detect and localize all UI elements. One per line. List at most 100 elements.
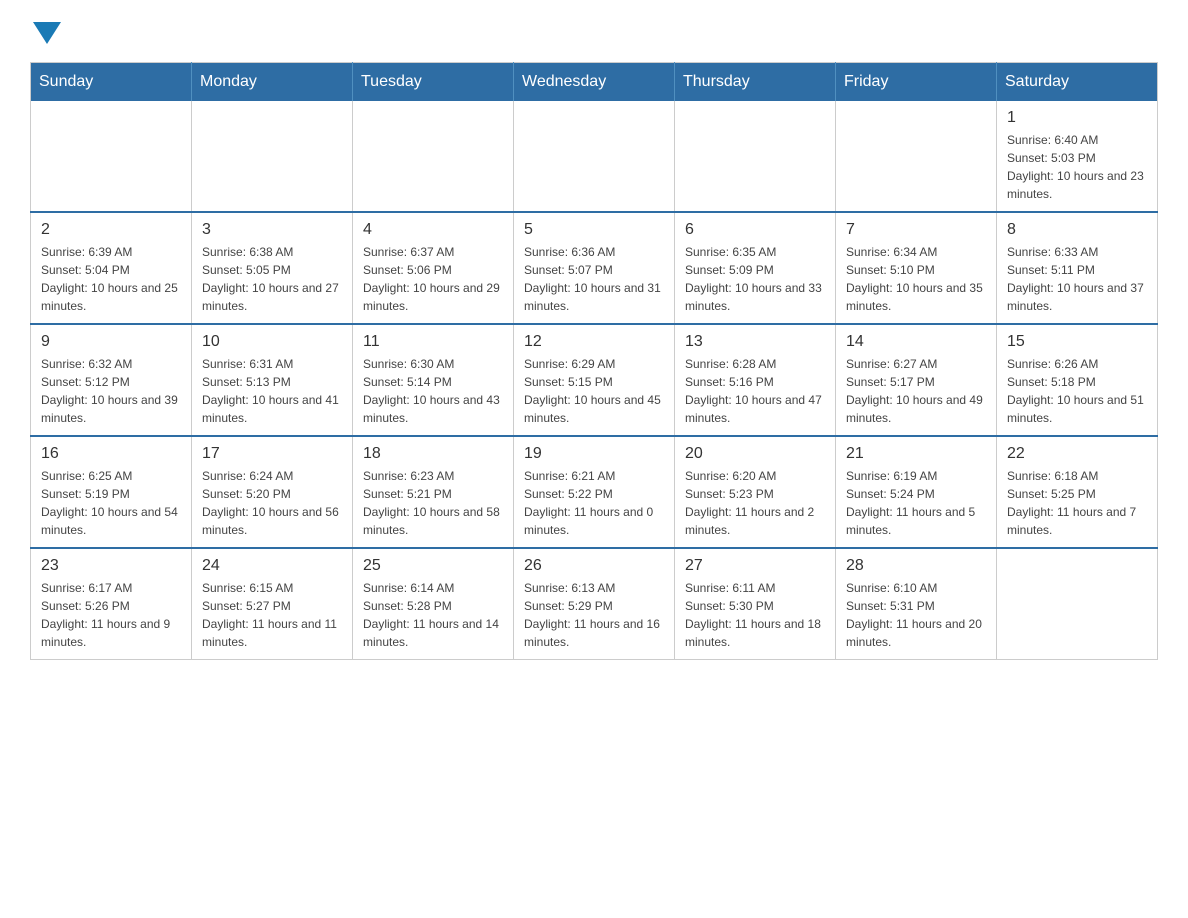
calendar-day-cell — [997, 548, 1158, 660]
calendar-day-cell: 12 Sunrise: 6:29 AMSunset: 5:15 PMDayligh… — [514, 324, 675, 436]
calendar-week-row: 1 Sunrise: 6:40 AMSunset: 5:03 PMDaylight… — [31, 101, 1158, 212]
day-info: Sunrise: 6:11 AMSunset: 5:30 PMDaylight:… — [685, 579, 825, 651]
day-number: 26 — [524, 557, 664, 575]
day-number: 28 — [846, 557, 986, 575]
day-info: Sunrise: 6:17 AMSunset: 5:26 PMDaylight:… — [41, 579, 181, 651]
day-number: 22 — [1007, 445, 1147, 463]
day-number: 8 — [1007, 221, 1147, 239]
calendar-day-cell: 19Sunrise: 6:21 AMSunset: 5:22 PMDayligh… — [514, 436, 675, 548]
day-info: Sunrise: 6:18 AMSunset: 5:25 PMDaylight:… — [1007, 467, 1147, 539]
day-number: 17 — [202, 445, 342, 463]
calendar-day-cell: 16Sunrise: 6:25 AMSunset: 5:19 PMDayligh… — [31, 436, 192, 548]
day-info: Sunrise: 6:14 AMSunset: 5:28 PMDaylight:… — [363, 579, 503, 651]
day-number: 9 — [41, 333, 181, 351]
weekday-header-friday: Friday — [836, 63, 997, 102]
calendar-day-cell — [353, 101, 514, 212]
day-info: Sunrise: 6:15 AMSunset: 5:27 PMDaylight:… — [202, 579, 342, 651]
calendar-day-cell — [31, 101, 192, 212]
weekday-header-saturday: Saturday — [997, 63, 1158, 102]
calendar-day-cell: 13 Sunrise: 6:28 AMSunset: 5:16 PMDayligh… — [675, 324, 836, 436]
calendar-day-cell: 4 Sunrise: 6:37 AMSunset: 5:06 PMDaylight… — [353, 212, 514, 324]
day-info: Sunrise: 6:19 AMSunset: 5:24 PMDaylight:… — [846, 467, 986, 539]
day-number: 7 — [846, 221, 986, 239]
page-header — [30, 20, 1158, 42]
day-number: 3 — [202, 221, 342, 239]
calendar-day-cell: 28 Sunrise: 6:10 AMSunset: 5:31 PMDayligh… — [836, 548, 997, 660]
day-number: 5 — [524, 221, 664, 239]
calendar-day-cell: 25 Sunrise: 6:14 AMSunset: 5:28 PMDayligh… — [353, 548, 514, 660]
calendar-day-cell — [514, 101, 675, 212]
day-number: 10 — [202, 333, 342, 351]
weekday-header-thursday: Thursday — [675, 63, 836, 102]
day-number: 2 — [41, 221, 181, 239]
day-info: Sunrise: 6:35 AMSunset: 5:09 PMDaylight:… — [685, 243, 825, 315]
calendar-day-cell: 18 Sunrise: 6:23 AMSunset: 5:21 PMDayligh… — [353, 436, 514, 548]
weekday-header-wednesday: Wednesday — [514, 63, 675, 102]
calendar-day-cell: 5 Sunrise: 6:36 AMSunset: 5:07 PMDaylight… — [514, 212, 675, 324]
day-info: Sunrise: 6:29 AMSunset: 5:15 PMDaylight:… — [524, 355, 664, 427]
day-number: 12 — [524, 333, 664, 351]
day-info: Sunrise: 6:40 AMSunset: 5:03 PMDaylight:… — [1007, 131, 1147, 203]
day-number: 21 — [846, 445, 986, 463]
day-number: 24 — [202, 557, 342, 575]
calendar-day-cell — [192, 101, 353, 212]
day-number: 1 — [1007, 109, 1147, 127]
day-info: Sunrise: 6:28 AMSunset: 5:16 PMDaylight:… — [685, 355, 825, 427]
calendar-day-cell: 23 Sunrise: 6:17 AMSunset: 5:26 PMDayligh… — [31, 548, 192, 660]
calendar-week-row: 2 Sunrise: 6:39 AMSunset: 5:04 PMDaylight… — [31, 212, 1158, 324]
day-number: 6 — [685, 221, 825, 239]
day-number: 18 — [363, 445, 503, 463]
calendar-day-cell: 3 Sunrise: 6:38 AMSunset: 5:05 PMDaylight… — [192, 212, 353, 324]
day-info: Sunrise: 6:37 AMSunset: 5:06 PMDaylight:… — [363, 243, 503, 315]
calendar-day-cell: 15 Sunrise: 6:26 AMSunset: 5:18 PMDayligh… — [997, 324, 1158, 436]
calendar-day-cell: 9 Sunrise: 6:32 AMSunset: 5:12 PMDaylight… — [31, 324, 192, 436]
day-info: Sunrise: 6:32 AMSunset: 5:12 PMDaylight:… — [41, 355, 181, 427]
logo-triangle-icon — [33, 22, 61, 44]
day-number: 27 — [685, 557, 825, 575]
day-number: 11 — [363, 333, 503, 351]
day-number: 23 — [41, 557, 181, 575]
calendar-day-cell: 10 Sunrise: 6:31 AMSunset: 5:13 PMDayligh… — [192, 324, 353, 436]
day-info: Sunrise: 6:36 AMSunset: 5:07 PMDaylight:… — [524, 243, 664, 315]
weekday-header-tuesday: Tuesday — [353, 63, 514, 102]
calendar-day-cell — [675, 101, 836, 212]
calendar-day-cell: 7 Sunrise: 6:34 AMSunset: 5:10 PMDaylight… — [836, 212, 997, 324]
day-info: Sunrise: 6:38 AMSunset: 5:05 PMDaylight:… — [202, 243, 342, 315]
day-info: Sunrise: 6:23 AMSunset: 5:21 PMDaylight:… — [363, 467, 503, 539]
day-info: Sunrise: 6:34 AMSunset: 5:10 PMDaylight:… — [846, 243, 986, 315]
day-info: Sunrise: 6:13 AMSunset: 5:29 PMDaylight:… — [524, 579, 664, 651]
day-number: 15 — [1007, 333, 1147, 351]
calendar-day-cell: 24 Sunrise: 6:15 AMSunset: 5:27 PMDayligh… — [192, 548, 353, 660]
day-info: Sunrise: 6:26 AMSunset: 5:18 PMDaylight:… — [1007, 355, 1147, 427]
calendar-day-cell: 1 Sunrise: 6:40 AMSunset: 5:03 PMDaylight… — [997, 101, 1158, 212]
weekday-header-monday: Monday — [192, 63, 353, 102]
day-info: Sunrise: 6:24 AMSunset: 5:20 PMDaylight:… — [202, 467, 342, 539]
day-info: Sunrise: 6:30 AMSunset: 5:14 PMDaylight:… — [363, 355, 503, 427]
day-info: Sunrise: 6:10 AMSunset: 5:31 PMDaylight:… — [846, 579, 986, 651]
calendar-day-cell: 14 Sunrise: 6:27 AMSunset: 5:17 PMDayligh… — [836, 324, 997, 436]
day-info: Sunrise: 6:31 AMSunset: 5:13 PMDaylight:… — [202, 355, 342, 427]
weekday-header-sunday: Sunday — [31, 63, 192, 102]
calendar-day-cell: 11 Sunrise: 6:30 AMSunset: 5:14 PMDayligh… — [353, 324, 514, 436]
calendar-day-cell: 27 Sunrise: 6:11 AMSunset: 5:30 PMDayligh… — [675, 548, 836, 660]
logo — [30, 20, 61, 42]
day-number: 13 — [685, 333, 825, 351]
calendar-table: SundayMondayTuesdayWednesdayThursdayFrid… — [30, 62, 1158, 660]
day-info: Sunrise: 6:20 AMSunset: 5:23 PMDaylight:… — [685, 467, 825, 539]
day-info: Sunrise: 6:33 AMSunset: 5:11 PMDaylight:… — [1007, 243, 1147, 315]
calendar-day-cell: 8 Sunrise: 6:33 AMSunset: 5:11 PMDaylight… — [997, 212, 1158, 324]
calendar-week-row: 9 Sunrise: 6:32 AMSunset: 5:12 PMDaylight… — [31, 324, 1158, 436]
day-number: 20 — [685, 445, 825, 463]
day-info: Sunrise: 6:39 AMSunset: 5:04 PMDaylight:… — [41, 243, 181, 315]
weekday-header-row: SundayMondayTuesdayWednesdayThursdayFrid… — [31, 63, 1158, 102]
day-number: 14 — [846, 333, 986, 351]
calendar-day-cell — [836, 101, 997, 212]
calendar-day-cell: 2 Sunrise: 6:39 AMSunset: 5:04 PMDaylight… — [31, 212, 192, 324]
day-number: 4 — [363, 221, 503, 239]
calendar-day-cell: 20 Sunrise: 6:20 AMSunset: 5:23 PMDayligh… — [675, 436, 836, 548]
calendar-day-cell: 22 Sunrise: 6:18 AMSunset: 5:25 PMDayligh… — [997, 436, 1158, 548]
day-number: 25 — [363, 557, 503, 575]
calendar-day-cell: 21 Sunrise: 6:19 AMSunset: 5:24 PMDayligh… — [836, 436, 997, 548]
day-info: Sunrise: 6:27 AMSunset: 5:17 PMDaylight:… — [846, 355, 986, 427]
calendar-day-cell: 17 Sunrise: 6:24 AMSunset: 5:20 PMDayligh… — [192, 436, 353, 548]
